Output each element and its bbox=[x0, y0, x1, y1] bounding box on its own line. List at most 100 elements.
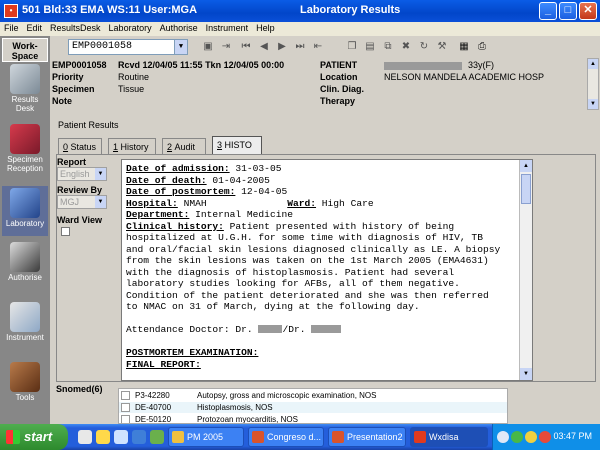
tab-key: 2 bbox=[167, 142, 173, 152]
scroll-up-icon[interactable]: ▲ bbox=[588, 59, 598, 69]
report-language-label: Report bbox=[57, 157, 86, 167]
copy-icon[interactable]: ❐ bbox=[346, 41, 358, 53]
workspace-item-label: Specimen Reception bbox=[6, 155, 44, 173]
delete-icon[interactable]: ✖ bbox=[400, 41, 412, 53]
report-line: 12-04-05 bbox=[235, 186, 288, 197]
tab-histo[interactable]: 3 HISTO bbox=[212, 136, 262, 154]
snomed-checkbox[interactable] bbox=[121, 391, 130, 400]
tab-history[interactable]: 1 History bbox=[108, 138, 156, 154]
clinical-diagnosis-label: Clin. Diag. bbox=[320, 84, 365, 94]
quick-launch-word-icon[interactable] bbox=[132, 430, 146, 444]
report-line: Hospital: bbox=[126, 197, 178, 209]
menu-laboratory[interactable]: Laboratory bbox=[105, 22, 156, 33]
refresh-icon[interactable]: ↻ bbox=[418, 41, 430, 53]
windows-taskbar: start PM 2005 Congreso d... Presentation… bbox=[0, 424, 600, 450]
workspace-item-results-desk[interactable]: Results Desk bbox=[2, 64, 48, 113]
new-record-icon[interactable]: ▣ bbox=[202, 41, 214, 53]
tab-audit[interactable]: 2 Audit bbox=[162, 138, 206, 154]
quick-launch-desktop-icon[interactable] bbox=[96, 430, 110, 444]
scroll-down-icon[interactable]: ▼ bbox=[588, 99, 598, 109]
snomed-description: Protozoan myocarditis, NOS bbox=[197, 415, 298, 424]
workspace-item-laboratory[interactable]: Laboratory bbox=[2, 186, 48, 236]
tray-network-icon[interactable] bbox=[511, 431, 523, 443]
first-record-icon[interactable]: ⏮ bbox=[240, 41, 252, 53]
tray-info-icon[interactable] bbox=[497, 431, 509, 443]
report-language-select[interactable]: English ▼ bbox=[57, 167, 107, 181]
specimen-combo[interactable]: EMP0001058 ▼ bbox=[68, 39, 188, 55]
patient-name bbox=[384, 60, 462, 70]
tab-status[interactable]: 0 Status bbox=[58, 138, 102, 154]
tab-label: Status bbox=[70, 142, 97, 152]
paste-icon[interactable]: ▤ bbox=[364, 41, 376, 53]
tab-key: 0 bbox=[63, 142, 69, 152]
app-icon: • bbox=[4, 4, 18, 18]
task-wxdisa[interactable]: Wxdisa bbox=[410, 427, 488, 447]
tray-volume-icon[interactable] bbox=[525, 431, 537, 443]
presentation-icon bbox=[332, 431, 344, 443]
specimen-reception-icon bbox=[10, 124, 40, 154]
snomed-list: P3-42280 Autopsy, gross and microscopic … bbox=[118, 388, 508, 424]
start-button[interactable]: start bbox=[0, 424, 68, 450]
task-congreso[interactable]: Congreso d... bbox=[248, 427, 324, 447]
snomed-description: Histoplasmosis, NOS bbox=[197, 403, 273, 412]
workspace-item-instrument[interactable]: Instrument bbox=[2, 302, 48, 342]
histology-report-textarea[interactable]: Date of admission: 31-03-05 Date of deat… bbox=[121, 159, 533, 381]
print-icon[interactable]: ⎙ bbox=[476, 41, 488, 53]
minimize-button[interactable]: _ bbox=[539, 2, 557, 20]
menu-edit[interactable]: Edit bbox=[23, 22, 47, 33]
report-line: Ward: bbox=[287, 197, 317, 209]
workspace-item-authorise[interactable]: Authorise bbox=[2, 242, 48, 282]
patient-results-panel: Patient Results 0 Status 1 History 2 Aud… bbox=[50, 110, 600, 388]
snomed-row[interactable]: P3-42280 Autopsy, gross and microscopic … bbox=[119, 390, 507, 401]
duplicate-icon[interactable]: ⧉ bbox=[382, 41, 394, 53]
previous-record-icon[interactable]: ◀ bbox=[258, 41, 270, 53]
menu-instrument[interactable]: Instrument bbox=[202, 22, 253, 33]
tab-key: 3 bbox=[217, 140, 223, 150]
menu-authorise[interactable]: Authorise bbox=[156, 22, 202, 33]
report-line: Date of postmortem: bbox=[126, 186, 236, 197]
report-line: Date of death: bbox=[126, 174, 207, 186]
scroll-down-icon[interactable]: ▼ bbox=[520, 368, 532, 380]
export-icon[interactable]: ⇤ bbox=[312, 41, 324, 53]
ward-view-checkbox[interactable] bbox=[61, 227, 70, 236]
last-record-icon[interactable]: ⏭ bbox=[294, 41, 306, 53]
report-icon[interactable]: ▦ bbox=[458, 41, 470, 53]
task-presentation2[interactable]: Presentation2 bbox=[328, 427, 406, 447]
workspace-item-specimen-reception[interactable]: Specimen Reception bbox=[2, 124, 48, 173]
review-by-select[interactable]: MGJ ▼ bbox=[57, 195, 107, 209]
scroll-up-icon[interactable]: ▲ bbox=[520, 160, 532, 172]
review-by-value: MGJ bbox=[60, 197, 79, 207]
quick-launch-mail-icon[interactable] bbox=[78, 430, 92, 444]
chevron-down-icon[interactable]: ▼ bbox=[95, 168, 106, 180]
report-scrollbar[interactable]: ▲ ▼ bbox=[519, 160, 532, 380]
snomed-row[interactable]: DE-50120 Protozoan myocarditis, NOS bbox=[119, 414, 507, 424]
close-button[interactable]: ✕ bbox=[579, 2, 597, 20]
header-scrollbar[interactable]: ▲ ▼ bbox=[587, 58, 599, 110]
menu-file[interactable]: File bbox=[0, 22, 23, 33]
snomed-checkbox[interactable] bbox=[121, 403, 130, 412]
maximize-button[interactable]: □ bbox=[559, 2, 577, 20]
tools-icon[interactable]: ⚒ bbox=[436, 41, 448, 53]
menu-bar: File Edit ResultsDesk Laboratory Authorise In… bbox=[0, 22, 600, 36]
histo-tab-pane: Report English ▼ Review By MGJ ▼ Ward Vi… bbox=[56, 154, 596, 382]
chevron-down-icon[interactable]: ▼ bbox=[95, 196, 106, 208]
import-icon[interactable]: ⇥ bbox=[220, 41, 232, 53]
workspace-item-tools[interactable]: Tools bbox=[2, 362, 48, 402]
next-record-icon[interactable]: ▶ bbox=[276, 41, 288, 53]
snomed-row[interactable]: DE-40700 Histoplasmosis, NOS bbox=[119, 402, 507, 413]
quick-launch-browser-icon[interactable] bbox=[114, 430, 128, 444]
title-bar[interactable]: • 501 Bld:33 EMA WS:11 User:MGA Laborato… bbox=[0, 0, 600, 22]
chevron-down-icon[interactable]: ▼ bbox=[174, 40, 187, 54]
snomed-checkbox[interactable] bbox=[121, 415, 130, 423]
histology-report-text: Date of admission: 31-03-05 Date of deat… bbox=[126, 163, 518, 379]
workspace-item-label: Laboratory bbox=[5, 219, 45, 228]
specimen-label: Specimen bbox=[52, 84, 95, 94]
start-label: start bbox=[24, 429, 53, 444]
scroll-thumb[interactable] bbox=[521, 174, 531, 204]
patient-results-title: Patient Results bbox=[58, 120, 119, 130]
task-pm-2005[interactable]: PM 2005 bbox=[168, 427, 244, 447]
menu-help[interactable]: Help bbox=[252, 22, 279, 33]
menu-resultsdesk[interactable]: ResultsDesk bbox=[46, 22, 105, 33]
quick-launch-excel-icon[interactable] bbox=[150, 430, 164, 444]
tray-security-icon[interactable] bbox=[539, 431, 551, 443]
